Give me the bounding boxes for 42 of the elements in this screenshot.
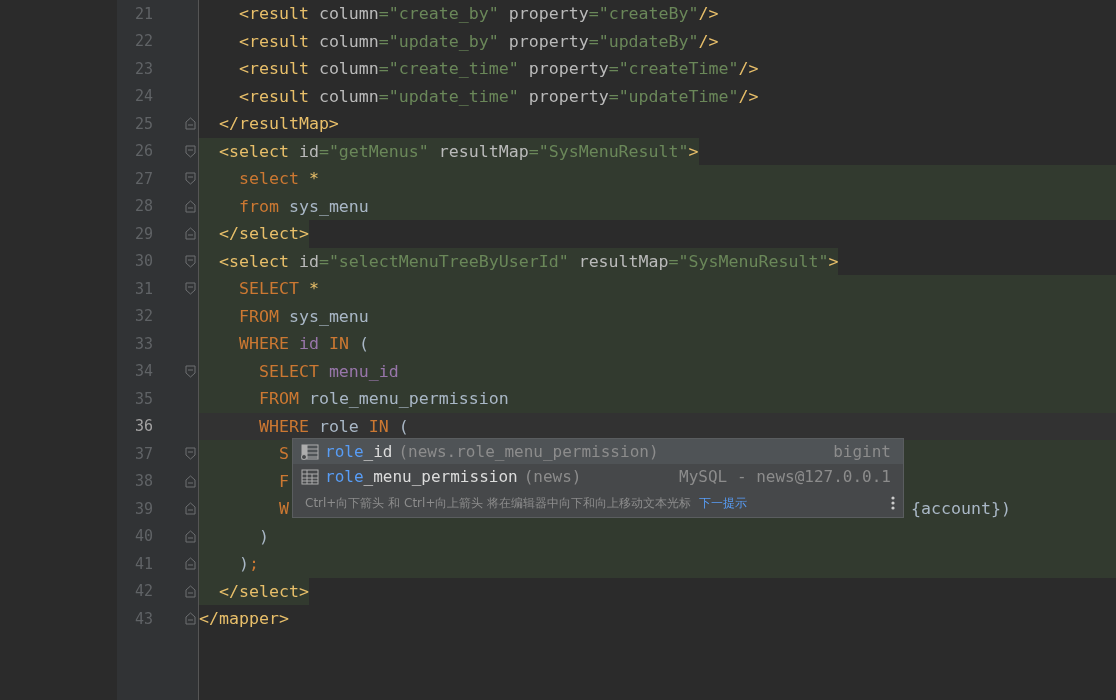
line-number: 36: [133, 417, 153, 436]
code-line: );: [237, 553, 259, 575]
code-line: WHERE role IN (: [257, 415, 409, 438]
fold-icon[interactable]: [184, 364, 196, 378]
fold-icon[interactable]: [184, 117, 196, 131]
code-text: {account}): [911, 498, 1011, 520]
code-line: </mapper>: [199, 608, 289, 630]
code-line: select *: [237, 168, 319, 190]
completion-item[interactable]: role_id (news.role_menu_permission) bigint: [293, 439, 903, 464]
code-line: <result column="create_by" property="createBy"/>: [237, 3, 719, 25]
fold-icon[interactable]: [184, 557, 196, 571]
code-line: F: [277, 470, 289, 493]
fold-icon[interactable]: [184, 529, 196, 543]
next-tip-link[interactable]: 下一提示: [699, 494, 883, 512]
code-line: FROM sys_menu: [237, 305, 369, 328]
completion-item[interactable]: role_menu_permission (news) MySQL - news@127.0.0.1: [293, 464, 903, 489]
fold-icon[interactable]: [184, 584, 196, 598]
fold-icon[interactable]: [184, 254, 196, 268]
fold-icon[interactable]: [184, 172, 196, 186]
code-line: WHERE id IN (: [237, 333, 369, 355]
fold-icon[interactable]: [184, 199, 196, 213]
fold-icon[interactable]: [184, 227, 196, 241]
code-line: <result column="update_time" property="updateTime"/>: [237, 85, 759, 108]
code-line: from sys_menu: [237, 195, 369, 218]
code-line: SELECT *: [237, 278, 319, 300]
code-line: W: [277, 498, 289, 520]
fold-icon[interactable]: [184, 612, 196, 626]
code-line: FROM role_menu_permission: [257, 388, 509, 410]
code-line: S: [277, 443, 289, 465]
fold-icon[interactable]: [184, 144, 196, 158]
table-icon: [301, 468, 319, 485]
table-column-icon: [301, 443, 319, 460]
code-line: SELECT menu_id: [257, 360, 399, 383]
more-options-icon[interactable]: [891, 496, 895, 510]
code-line: <result column="update_by" property="updateBy"/>: [237, 30, 719, 53]
code-line: </resultMap>: [217, 113, 339, 135]
fold-icon[interactable]: [184, 474, 196, 488]
code-line: ): [257, 525, 269, 548]
fold-icon[interactable]: [184, 447, 196, 461]
code-line: <result column="create_time" property="createTime"/>: [237, 58, 759, 80]
fold-icon[interactable]: [184, 502, 196, 516]
fold-icon[interactable]: [184, 282, 196, 296]
